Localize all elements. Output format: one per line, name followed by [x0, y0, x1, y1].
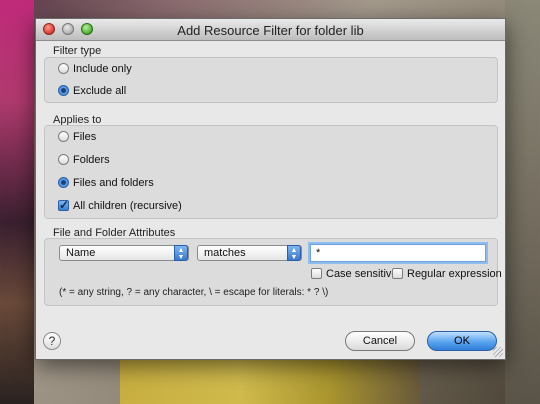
- attribute-select[interactable]: Name ▲ ▼: [59, 245, 189, 261]
- pattern-input[interactable]: *: [310, 244, 486, 262]
- operator-select-value: matches: [204, 247, 246, 259]
- files-and-folders-radio[interactable]: [58, 177, 69, 188]
- select-arrows-icon: ▲ ▼: [287, 245, 301, 261]
- help-button[interactable]: ?: [43, 332, 61, 350]
- ok-button[interactable]: OK: [427, 331, 497, 351]
- files-label: Files: [73, 131, 97, 143]
- recursive-checkbox[interactable]: [58, 197, 69, 213]
- folders-label: Folders: [73, 154, 110, 166]
- select-arrows-icon: ▲ ▼: [174, 245, 188, 261]
- exclude-all-label: Exclude all: [73, 85, 127, 97]
- resize-grip-icon[interactable]: [493, 347, 503, 357]
- regular-expression-checkbox[interactable]: [392, 268, 403, 279]
- title-bar[interactable]: Add Resource Filter for folder lib: [36, 19, 505, 41]
- files-and-folders-label: Files and folders: [73, 177, 154, 189]
- files-radio[interactable]: [58, 131, 69, 142]
- wallpaper-bottom-detail: [120, 356, 420, 404]
- cancel-button[interactable]: Cancel: [345, 331, 415, 351]
- wallpaper-right-strip: [505, 0, 540, 404]
- resource-filter-dialog: Add Resource Filter for folder lib Filte…: [35, 18, 506, 360]
- operator-select[interactable]: matches ▲ ▼: [197, 245, 302, 261]
- case-sensitive-label: Case sensitive: [326, 268, 398, 280]
- recursive-label: All children (recursive): [73, 200, 182, 212]
- pattern-hint: (* = any string, ? = any character, \ = …: [59, 287, 329, 298]
- folders-radio[interactable]: [58, 154, 69, 165]
- regular-expression-label: Regular expression: [407, 268, 502, 280]
- include-only-radio[interactable]: [58, 63, 69, 74]
- exclude-all-radio[interactable]: [58, 85, 69, 96]
- filter-type-label: Filter type: [53, 45, 102, 57]
- filter-type-group: Include only Exclude all: [44, 57, 498, 103]
- case-sensitive-checkbox[interactable]: [311, 268, 322, 279]
- wallpaper-left-strip: [0, 0, 34, 404]
- attributes-group: Name ▲ ▼ matches ▲ ▼ * Case sensitive Regu…: [44, 238, 502, 306]
- attribute-select-value: Name: [66, 247, 96, 259]
- include-only-label: Include only: [73, 63, 132, 75]
- applies-to-group: Files Folders Files and folders All chil…: [44, 125, 498, 219]
- window-title: Add Resource Filter for folder lib: [177, 23, 364, 38]
